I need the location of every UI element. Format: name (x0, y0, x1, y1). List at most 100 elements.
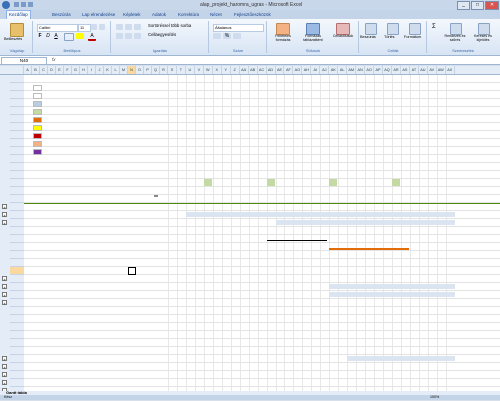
worksheet[interactable]: A B C D E F G H I J K L M N O P Q R S T U V W X Y Z AA AB AC AD AE AF AG… (0, 66, 500, 391)
select-all-corner[interactable] (10, 66, 24, 74)
sheet-row[interactable] (24, 227, 500, 235)
expand-row-icon[interactable]: + (2, 212, 7, 218)
align-center-icon[interactable] (125, 33, 132, 39)
row-header-39[interactable] (10, 259, 24, 267)
sheet-row[interactable] (24, 275, 500, 283)
column-header-z[interactable]: Z (231, 66, 240, 74)
sheet-row[interactable] (24, 339, 500, 347)
sheet-row[interactable] (24, 243, 500, 251)
tab-adatok[interactable]: Adatok (150, 11, 168, 19)
column-header-y[interactable]: Y (222, 66, 231, 74)
expand-row-icon[interactable]: + (2, 356, 7, 362)
column-header-av[interactable]: AV (428, 66, 437, 74)
sheet-row[interactable] (24, 155, 500, 163)
wrap-text-button[interactable]: Sortöréssel több sorba (148, 22, 191, 29)
name-box[interactable]: N40 (1, 57, 47, 65)
row-header-55[interactable] (10, 299, 24, 307)
sheet-row[interactable] (24, 235, 500, 243)
column-header-ae[interactable]: AE (276, 66, 285, 74)
row-header-58[interactable] (10, 323, 24, 331)
column-header-aa[interactable]: AA (240, 66, 249, 74)
row-header-41[interactable] (10, 275, 24, 283)
column-header-u[interactable]: U (186, 66, 195, 74)
sheet-row[interactable] (24, 363, 500, 371)
paste-icon[interactable] (10, 23, 24, 37)
tab-kepletek[interactable]: Képletek (121, 11, 143, 19)
sheet-row[interactable] (24, 347, 500, 355)
sheet-row[interactable] (24, 147, 500, 155)
expand-row-icon[interactable]: + (2, 204, 7, 210)
column-header-w[interactable]: W (204, 66, 213, 74)
save-icon[interactable] (14, 2, 19, 7)
sheet-row[interactable] (24, 75, 500, 83)
sheet-row[interactable] (24, 171, 500, 179)
currency-icon[interactable] (213, 33, 221, 39)
row-header-47[interactable] (10, 283, 24, 291)
column-header-s[interactable]: S (168, 66, 177, 74)
gantt-bar[interactable] (329, 284, 455, 289)
column-header-au[interactable]: AU (419, 66, 428, 74)
column-header-x[interactable]: X (213, 66, 222, 74)
format-as-table-button[interactable]: Formázás táblázatként (298, 34, 328, 42)
sheet-row[interactable] (24, 259, 500, 267)
column-header-b[interactable]: B (32, 66, 40, 74)
column-header-al[interactable]: AL (338, 66, 348, 74)
underline-icon[interactable]: A (53, 33, 59, 39)
gantt-bar[interactable] (275, 220, 455, 225)
gantt-bar[interactable] (347, 356, 455, 361)
column-header-q[interactable]: Q (152, 66, 160, 74)
row-header-77[interactable] (10, 355, 24, 363)
sheet-row[interactable] (24, 163, 500, 171)
grow-font-icon[interactable] (91, 24, 97, 30)
expand-row-icon[interactable]: + (2, 364, 7, 370)
row-header-102[interactable] (10, 371, 24, 379)
column-header-at[interactable]: AT (410, 66, 419, 74)
column-header-ar[interactable]: AR (392, 66, 401, 74)
find-select-button[interactable]: Keresés és kijelölés (470, 34, 496, 42)
row-header-37[interactable] (10, 243, 24, 251)
gantt-bar[interactable] (329, 292, 455, 297)
row-header-2[interactable] (10, 83, 24, 91)
column-header-ao[interactable]: AO (365, 66, 375, 74)
column-header-l[interactable]: L (112, 66, 120, 74)
row-header-56[interactable] (10, 307, 24, 315)
sheet-row[interactable] (24, 203, 500, 211)
sheet-row[interactable] (24, 195, 500, 203)
row-header-34[interactable] (10, 219, 24, 227)
project-year-cell[interactable] (154, 195, 158, 197)
row-header-10[interactable] (10, 147, 24, 155)
row-header-92[interactable] (10, 363, 24, 371)
row-header-59[interactable] (10, 331, 24, 339)
row-header-11[interactable] (10, 155, 24, 163)
font-name-select[interactable]: Calibri (37, 24, 78, 32)
comma-icon[interactable] (233, 33, 241, 39)
sheet-row[interactable] (24, 267, 500, 275)
tab-nezet[interactable]: Nézet (208, 11, 224, 19)
column-header-am[interactable]: AM (347, 66, 357, 74)
tab-korrektura[interactable]: Korrektúra (176, 11, 201, 19)
gantt-bar[interactable] (185, 212, 455, 217)
column-header-j[interactable]: J (96, 66, 104, 74)
shrink-font-icon[interactable] (99, 24, 105, 30)
row-header-1[interactable] (10, 75, 24, 83)
column-header-d[interactable]: D (48, 66, 56, 74)
align-middle-icon[interactable] (125, 24, 132, 30)
row-header-12[interactable] (10, 163, 24, 171)
row-header-5[interactable] (10, 107, 24, 115)
column-header-p[interactable]: P (144, 66, 152, 74)
row-header-16[interactable] (10, 195, 24, 203)
column-header-a[interactable]: A (24, 66, 32, 74)
column-header-c[interactable]: C (40, 66, 48, 74)
tab-beszuras[interactable]: Beszúrás (50, 11, 73, 19)
sheet-row[interactable] (24, 115, 500, 123)
row-header-13[interactable] (10, 171, 24, 179)
column-header-af[interactable]: AF (284, 66, 294, 74)
expand-row-icon[interactable]: + (2, 276, 7, 282)
column-header-ak[interactable]: AK (329, 66, 339, 74)
sheet-row[interactable] (24, 107, 500, 115)
sheet-row[interactable] (24, 123, 500, 131)
align-bottom-icon[interactable] (134, 24, 141, 30)
fx-icon[interactable]: fx (52, 57, 56, 62)
column-header-r[interactable]: R (160, 66, 168, 74)
column-header-aq[interactable]: AQ (383, 66, 392, 74)
